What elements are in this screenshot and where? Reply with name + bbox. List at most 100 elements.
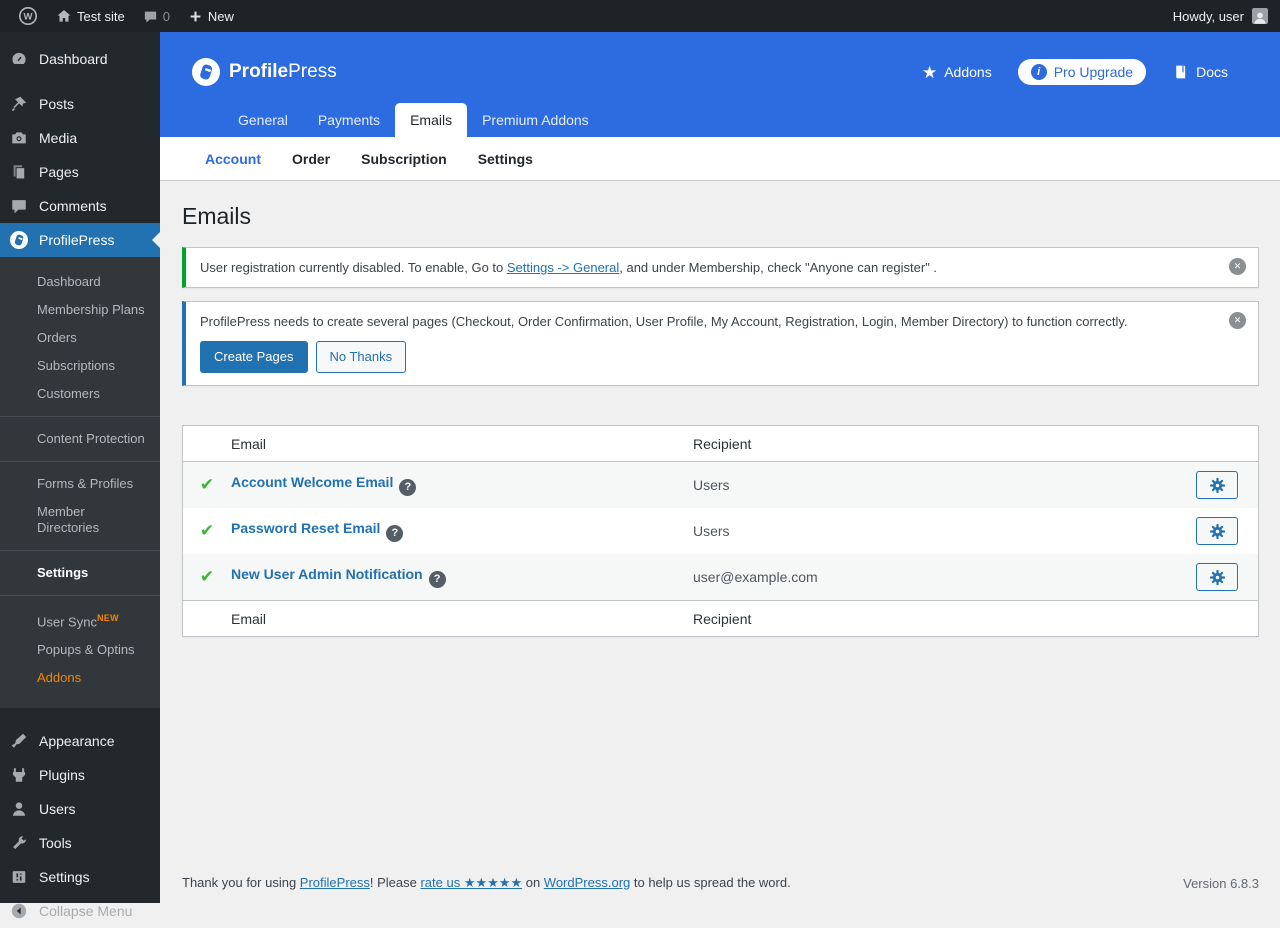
gear-icon	[1209, 569, 1225, 585]
pro-upgrade-button[interactable]: i Pro Upgrade	[1017, 59, 1147, 85]
site-name-link[interactable]: Test site	[48, 0, 133, 32]
collapse-menu-button[interactable]: Collapse Menu	[0, 894, 160, 928]
help-icon[interactable]: ?	[386, 524, 404, 542]
column-header-recipient: Recipient	[693, 435, 752, 452]
submenu-item-user-sync[interactable]: User SyncNEW	[0, 604, 160, 636]
submenu-item-membership-plans[interactable]: Membership Plans	[0, 296, 160, 324]
help-icon[interactable]: ?	[428, 570, 446, 588]
comments-bubble-link[interactable]: 0	[135, 0, 178, 32]
sidebar-item-plugins[interactable]: Plugins	[0, 758, 160, 792]
pages-icon	[9, 162, 29, 182]
help-icon[interactable]: ?	[399, 478, 417, 496]
dismiss-notice-icon[interactable]: ✕	[1229, 257, 1246, 275]
sidebar-item-pages[interactable]: Pages	[0, 155, 160, 189]
footer-text: to help us spread the word.	[630, 875, 791, 890]
comments-icon	[9, 196, 29, 216]
dismiss-notice-icon[interactable]: ✕	[1229, 311, 1246, 329]
new-label: New	[207, 8, 234, 24]
notice-text: , and under Membership, check "Anyone ca…	[619, 259, 938, 275]
recipient-cell: Users	[693, 523, 730, 540]
table-row: ✔ New User Admin Notification? user@exam…	[183, 554, 1258, 601]
submenu-item-forms-profiles[interactable]: Forms & Profiles	[0, 470, 160, 498]
tab-premium-addons[interactable]: Premium Addons	[467, 103, 604, 137]
sidebar-item-users[interactable]: Users	[0, 792, 160, 826]
email-name-cell: New User Admin Notification?	[231, 566, 693, 588]
configure-email-button[interactable]	[1196, 563, 1238, 592]
admin-sidebar: Dashboard Posts Media Pages Comments Pro…	[0, 32, 160, 919]
docs-link[interactable]: Docs	[1172, 63, 1228, 81]
comment-count: 0	[162, 8, 170, 24]
column-header-email: Email	[231, 435, 267, 452]
sidebar-item-comments[interactable]: Comments	[0, 189, 160, 223]
settings-sliders-icon	[9, 867, 29, 887]
brand-bold: Profile	[229, 61, 289, 82]
pro-upgrade-label: Pro Upgrade	[1053, 64, 1134, 80]
no-thanks-button[interactable]: No Thanks	[315, 340, 407, 374]
sidebar-item-label: Posts	[39, 96, 75, 112]
new-content-link[interactable]: New	[180, 0, 242, 32]
sidebar-item-tools[interactable]: Tools	[0, 826, 160, 860]
settings-general-link[interactable]: Settings -> General	[507, 260, 619, 275]
profilepress-link[interactable]: ProfilePress	[300, 875, 370, 890]
tab-emails[interactable]: Emails	[395, 103, 468, 137]
sidebar-item-label: Collapse Menu	[39, 903, 133, 920]
wordpress-logo-icon[interactable]: W	[10, 0, 46, 32]
subtab-order[interactable]: Order	[292, 151, 330, 167]
email-settings-link[interactable]: New User Admin Notification	[231, 566, 423, 582]
submenu-item-member-directories[interactable]: Member Directories	[0, 498, 160, 542]
sidebar-item-dashboard[interactable]: Dashboard	[0, 42, 160, 76]
howdy-text: Howdy, user	[1172, 8, 1244, 24]
configure-email-button[interactable]	[1196, 517, 1238, 546]
submenu-item-addons[interactable]: Addons	[0, 664, 160, 692]
email-settings-link[interactable]: Password Reset Email	[231, 520, 380, 536]
sidebar-item-media[interactable]: Media	[0, 121, 160, 155]
recipient-cell: user@example.com	[693, 569, 818, 586]
notice-text: User registration currently disabled. To…	[200, 259, 507, 275]
tab-general[interactable]: General	[223, 103, 303, 137]
submenu-item-settings[interactable]: Settings	[0, 559, 160, 587]
settings-tabs: General Payments Emails Premium Addons	[192, 103, 1228, 137]
sidebar-item-posts[interactable]: Posts	[0, 87, 160, 121]
sidebar-item-label: ProfilePress	[39, 232, 115, 248]
addons-link[interactable]: ★ Addons	[922, 64, 992, 81]
sidebar-item-appearance[interactable]: Appearance	[0, 724, 160, 758]
sidebar-item-label: Dashboard	[39, 51, 108, 67]
column-footer-email: Email	[231, 610, 267, 627]
submenu-item-dashboard[interactable]: Dashboard	[0, 268, 160, 296]
submenu-item-content-protection[interactable]: Content Protection	[0, 425, 160, 453]
book-icon	[1176, 65, 1186, 79]
admin-bar: W Test site 0 New Howdy, user	[0, 0, 1280, 32]
sidebar-item-profilepress[interactable]: ProfilePress	[0, 223, 160, 257]
subtab-subscription[interactable]: Subscription	[361, 151, 447, 167]
comment-bubble-icon	[144, 11, 156, 22]
account-menu[interactable]: Howdy, user	[1173, 8, 1270, 24]
submenu-item-orders[interactable]: Orders	[0, 324, 160, 352]
svg-text:W: W	[24, 12, 33, 23]
emails-table: Email Recipient ✔ Account Welcome Email?…	[182, 425, 1259, 638]
create-pages-button[interactable]: Create Pages	[200, 340, 308, 374]
brush-icon	[9, 731, 29, 751]
version-text: Version 6.8.3	[1183, 876, 1259, 891]
home-icon	[57, 10, 71, 22]
wordpress-org-link[interactable]: WordPress.org	[544, 875, 630, 890]
configure-email-button[interactable]	[1196, 471, 1238, 500]
submenu-item-subscriptions[interactable]: Subscriptions	[0, 352, 160, 380]
submenu-item-popups-optins[interactable]: Popups & Optins	[0, 636, 160, 664]
avatar	[1252, 8, 1268, 24]
email-settings-link[interactable]: Account Welcome Email	[231, 474, 393, 490]
brand-text: ProfilePress	[229, 61, 337, 83]
sidebar-item-settings[interactable]: Settings	[0, 860, 160, 894]
footer-text: Thank you for using	[182, 875, 300, 890]
sidebar-item-label: Comments	[39, 198, 107, 214]
sidebar-item-label: Tools	[39, 835, 72, 852]
subtab-account[interactable]: Account	[205, 151, 261, 167]
subtab-settings[interactable]: Settings	[478, 151, 533, 167]
footer-thanks: Thank you for using ProfilePress! Please…	[182, 875, 791, 891]
new-badge: NEW	[96, 613, 119, 623]
table-footer-row: Email Recipient	[183, 600, 1258, 636]
email-name-cell: Account Welcome Email?	[231, 474, 693, 496]
rate-us-link[interactable]: rate us ★★★★★	[420, 875, 522, 890]
tab-payments[interactable]: Payments	[303, 103, 395, 137]
sidebar-item-label: Users	[39, 801, 76, 818]
submenu-item-customers[interactable]: Customers	[0, 380, 160, 408]
